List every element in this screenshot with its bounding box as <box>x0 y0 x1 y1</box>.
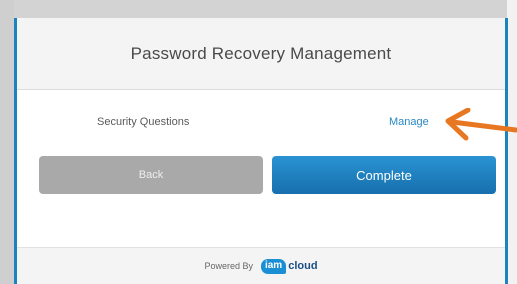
dialog-header: Password Recovery Management <box>17 18 505 90</box>
password-recovery-dialog: Password Recovery Management Security Qu… <box>14 18 508 284</box>
security-questions-label: Security Questions <box>97 116 190 128</box>
security-questions-row: Security Questions Manage <box>17 90 505 152</box>
manage-link[interactable]: Manage <box>389 116 429 128</box>
back-button[interactable]: Back <box>39 156 263 194</box>
iamcloud-logo: iam cloud <box>260 258 318 274</box>
complete-button-label: Complete <box>356 167 412 183</box>
arrow-left-icon <box>445 108 517 141</box>
complete-button[interactable]: Complete <box>272 156 496 194</box>
background-left <box>0 0 14 284</box>
dialog-footer: Powered By iam cloud <box>17 247 505 284</box>
back-button-label: Back <box>138 169 164 181</box>
background-top <box>0 0 517 18</box>
dialog-title: Password Recovery Management <box>130 43 392 63</box>
powered-by-text: Powered By <box>204 261 253 271</box>
logo-bubble: iam <box>260 258 287 274</box>
logo-text: cloud <box>288 260 318 272</box>
